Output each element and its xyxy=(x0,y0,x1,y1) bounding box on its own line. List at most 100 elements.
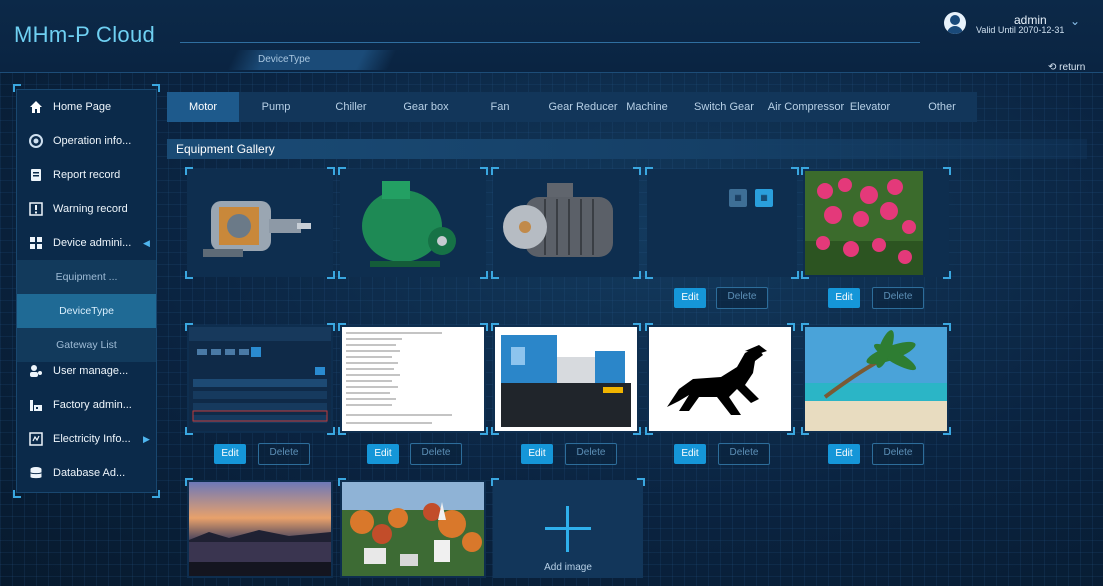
view-toggle-icon[interactable]: ▦ xyxy=(729,189,747,207)
gallery-image-card[interactable] xyxy=(185,478,333,578)
avatar-icon[interactable] xyxy=(944,12,966,34)
beach-palm-image xyxy=(805,327,947,431)
tab-switch-gear[interactable]: Switch Gear xyxy=(687,92,761,122)
sidebar-item-operation[interactable]: Operation info... xyxy=(17,124,156,158)
tab-gear-reducer[interactable]: Gear Reducer xyxy=(541,92,625,122)
gallery-image-card[interactable] xyxy=(491,323,641,435)
gallery-image-card[interactable] xyxy=(801,323,951,435)
delete-button[interactable]: Delete xyxy=(718,443,770,465)
text-document-image xyxy=(342,327,484,431)
sidebar-item-user-manage[interactable]: User manage... xyxy=(17,354,156,388)
delete-button[interactable]: Delete xyxy=(716,287,768,309)
gallery-image-card[interactable] xyxy=(801,167,951,279)
database-icon xyxy=(29,466,43,480)
user-icon xyxy=(29,364,43,378)
gallery-image-card[interactable] xyxy=(491,167,641,279)
sidebar-item-label: Gateway List xyxy=(56,339,117,351)
tab-other[interactable]: Other xyxy=(907,92,977,122)
sidebar-subitem-devicetype[interactable]: DeviceType xyxy=(17,294,156,328)
section-tab-label: DeviceType xyxy=(258,54,311,65)
edit-button[interactable]: Edit xyxy=(674,288,706,308)
sunset-lake-image xyxy=(189,482,331,576)
delete-button[interactable]: Delete xyxy=(565,443,617,465)
edit-button[interactable]: Edit xyxy=(521,444,553,464)
gray-motor-image xyxy=(495,171,637,275)
return-icon: ⟲ xyxy=(1048,62,1057,73)
delete-button[interactable]: Delete xyxy=(410,443,462,465)
autumn-village-image xyxy=(342,482,484,576)
sidebar-item-label: Operation info... xyxy=(53,135,132,147)
return-button[interactable]: ⟲ return xyxy=(1048,62,1085,73)
gallery-image-card[interactable] xyxy=(338,478,486,578)
tab-gear-box[interactable]: Gear box xyxy=(389,92,463,122)
flowers-image xyxy=(805,171,923,275)
delete-button[interactable]: Delete xyxy=(258,443,310,465)
injection-machine-image xyxy=(495,327,637,431)
factory-icon xyxy=(29,398,43,412)
edit-button[interactable]: Edit xyxy=(674,444,706,464)
sidebar-item-label: Database Ad... xyxy=(53,467,126,479)
gallery-image-card[interactable] xyxy=(338,167,488,279)
edit-button[interactable]: Edit xyxy=(828,444,860,464)
edit-button[interactable]: Edit xyxy=(214,444,246,464)
sidebar-item-label: Equipment ... xyxy=(55,271,118,283)
delete-button[interactable]: Delete xyxy=(872,443,924,465)
tab-air-compressor[interactable]: Air Compressor xyxy=(765,92,847,122)
add-image-button[interactable]: Add image xyxy=(491,478,645,578)
sidebar-item-factory-admin[interactable]: Factory admin... xyxy=(17,388,156,422)
sidebar-item-label: Electricity Info... xyxy=(53,433,131,445)
tab-machine[interactable]: Machine xyxy=(623,92,671,122)
tab-elevator[interactable]: Elevator xyxy=(847,92,893,122)
electricity-icon xyxy=(29,432,43,446)
sidebar-item-label: Home Page xyxy=(53,101,112,113)
sidebar-item-report[interactable]: Report record xyxy=(17,158,156,192)
operation-icon xyxy=(29,134,43,148)
user-valid-until: Valid Until 2070-12-31 xyxy=(976,25,1065,35)
report-icon xyxy=(29,168,43,182)
gallery-image-card[interactable] xyxy=(338,323,488,435)
tab-fan[interactable]: Fan xyxy=(463,92,537,122)
chevron-down-icon[interactable]: ⌄ xyxy=(1070,14,1080,28)
gallery-image-card[interactable] xyxy=(185,323,335,435)
horse-silhouette-image xyxy=(649,327,791,431)
caret-left-icon: ◀ xyxy=(143,238,150,248)
motor-cutaway-image xyxy=(189,171,331,275)
tab-chiller[interactable]: Chiller xyxy=(313,92,389,122)
category-tabs: Motor Pump Chiller Gear box Fan Gear Red… xyxy=(167,92,977,122)
edit-button[interactable]: Edit xyxy=(828,288,860,308)
tab-motor[interactable]: Motor xyxy=(167,92,239,122)
app-logo: MHm-P Cloud xyxy=(14,22,156,47)
sidebar-item-home[interactable]: Home Page xyxy=(17,90,156,124)
view-toggle-icon[interactable]: ▦ xyxy=(755,189,773,207)
delete-button[interactable]: Delete xyxy=(872,287,924,309)
home-icon xyxy=(29,100,43,114)
header-divider xyxy=(180,42,920,43)
plus-icon xyxy=(566,506,569,552)
sidebar-subitem-equipment[interactable]: Equipment ... xyxy=(17,260,156,294)
warning-icon xyxy=(29,202,43,216)
section-tab xyxy=(227,50,397,70)
sidebar-item-label: Report record xyxy=(53,169,121,181)
sidebar-item-label: User manage... xyxy=(53,365,129,377)
edit-button[interactable]: Edit xyxy=(367,444,399,464)
sidebar-item-electricity-info[interactable]: Electricity Info... ▶ xyxy=(17,422,156,456)
sidebar-item-label: DeviceType xyxy=(59,305,114,317)
green-motor-image xyxy=(342,171,484,275)
gallery-image-card[interactable] xyxy=(185,167,335,279)
sidebar-item-database-admin[interactable]: Database Ad... xyxy=(17,456,156,490)
gallery-title: Equipment Gallery xyxy=(176,142,275,156)
sidebar-item-label: Factory admin... xyxy=(53,399,132,411)
caret-right-icon: ▶ xyxy=(143,434,150,444)
sidebar-item-label: Warning record xyxy=(53,203,128,215)
gallery-header: Equipment Gallery xyxy=(167,139,1087,159)
tab-pump[interactable]: Pump xyxy=(239,92,313,122)
sidebar: Home Page Operation info... Report recor… xyxy=(13,84,160,498)
sidebar-item-device-admin[interactable]: Device admini... ◀ xyxy=(17,226,156,260)
gallery-image-card[interactable] xyxy=(645,323,795,435)
sidebar-item-label: Device admini... xyxy=(53,237,132,249)
add-image-label: Add image xyxy=(544,562,592,573)
sidebar-item-warning[interactable]: Warning record xyxy=(17,192,156,226)
device-icon xyxy=(29,236,43,250)
return-label: return xyxy=(1059,62,1086,73)
gallery-image-card[interactable]: ▦ ▦ xyxy=(645,167,799,279)
